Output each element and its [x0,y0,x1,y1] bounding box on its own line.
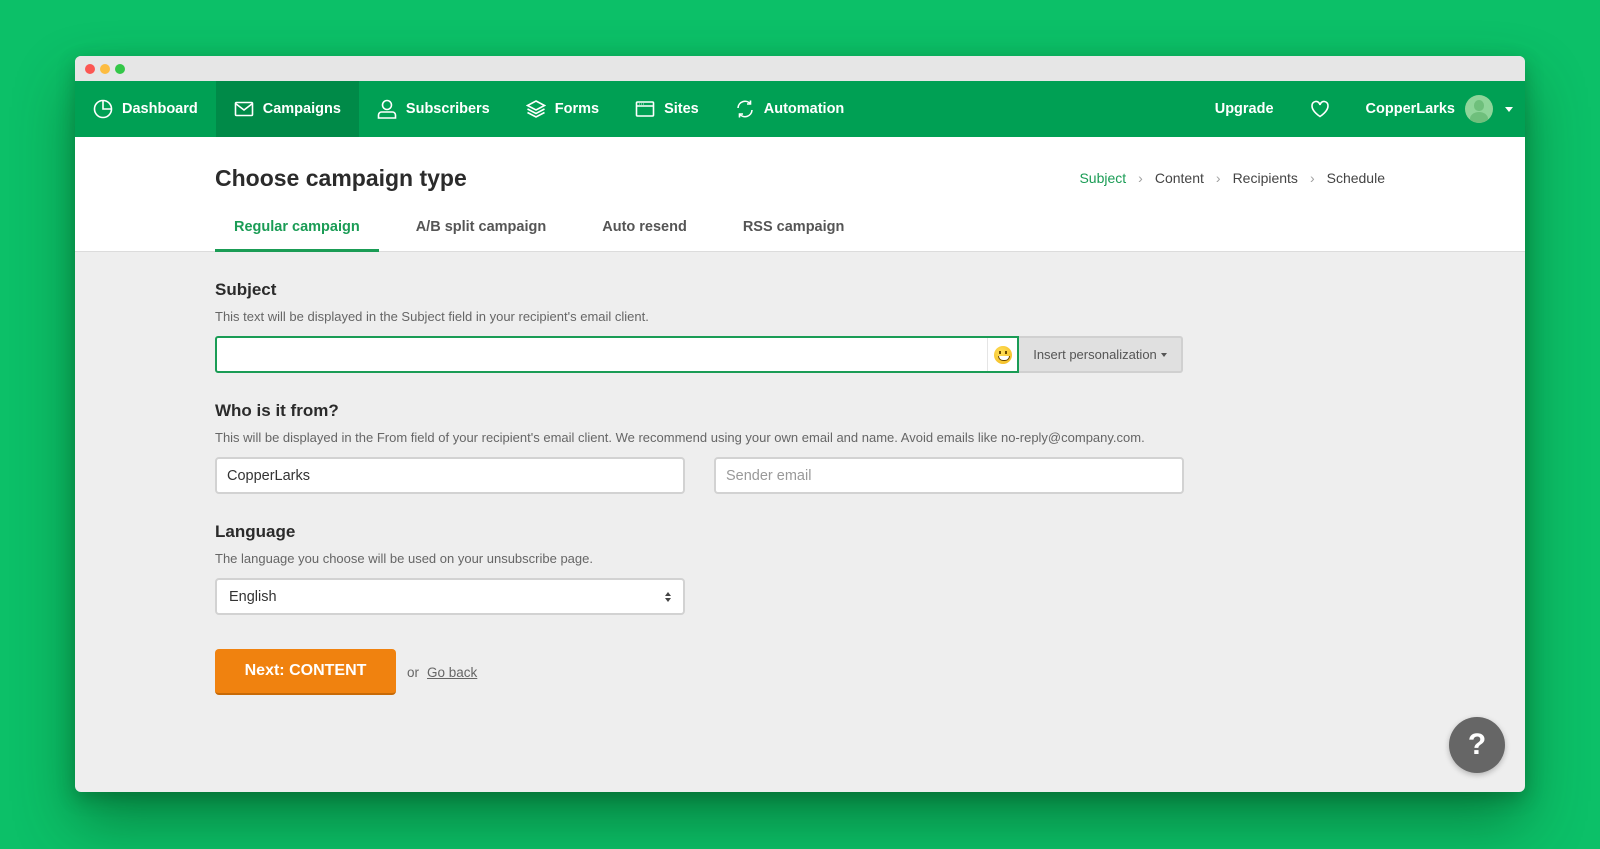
step-schedule: Schedule [1326,170,1385,186]
section-title: Language [215,522,296,541]
tab-ab-split-campaign[interactable]: A/B split campaign [397,219,566,252]
step-content: Content [1154,170,1204,186]
chevron-right-icon: › [1215,170,1221,186]
chevron-right-icon: › [1138,170,1143,186]
section-title: Who is it from? [215,401,339,420]
upgrade-link[interactable]: Upgrade [1197,81,1292,137]
account-menu[interactable]: CopperLarks [1348,81,1525,137]
from-section: Who is it from? This will be displayed i… [215,401,1525,494]
user-icon [377,99,397,119]
window-maximize-button[interactable] [115,63,125,74]
page-header: Choose campaign type Subject › Content ›… [75,137,1525,252]
question-mark-icon: ? [1467,728,1487,761]
envelope-icon [234,101,254,117]
section-title: Subject [215,280,277,299]
dashboard-pie-icon [93,99,113,119]
nav-item-label: Subscribers [405,101,490,117]
sender-email-input[interactable] [714,457,1184,494]
campaign-form: Subject This text will be displayed in t… [75,252,1525,792]
tab-auto-resend[interactable]: Auto resend [583,219,706,252]
top-navbar: Dashboard Campaigns Subscribers Forms Si… [75,81,1525,137]
next-content-button[interactable]: Next: CONTENT [215,649,396,695]
page-title: Choose campaign type [215,165,467,191]
step-subject: Subject [1079,170,1127,186]
browser-window-icon [635,101,655,117]
nav-item-label: Forms [554,101,600,117]
nav-item-dashboard[interactable]: Dashboard [75,81,216,137]
insert-personalization-button[interactable]: Insert personalization [1019,336,1183,373]
language-select[interactable]: English [215,578,685,615]
emoji-picker-button[interactable] [987,338,1017,371]
campaign-type-tabs: Regular campaign A/B split campaign Auto… [215,219,881,252]
nav-item-campaigns[interactable]: Campaigns [215,81,359,137]
breadcrumb-steps: Subject › Content › Recipients › Schedul… [1079,170,1385,186]
section-description: This will be displayed in the From field… [215,430,1145,445]
subject-field-wrapper [215,336,1019,373]
window-minimize-button[interactable] [100,63,110,74]
subject-input[interactable] [217,338,987,371]
window-titlebar [75,56,1525,81]
sender-name-input[interactable] [215,457,685,494]
chevron-down-icon [1505,106,1513,112]
favorites-button[interactable] [1292,81,1348,137]
nav-item-label: Campaigns [262,101,341,117]
nav-item-label: Dashboard [122,101,198,117]
help-button[interactable]: ? [1449,717,1505,773]
go-back-link[interactable]: Go back [427,665,477,680]
select-arrows-icon [665,591,671,602]
or-text: or [407,664,420,680]
tab-regular-campaign[interactable]: Regular campaign [215,219,379,252]
nav-item-subscribers[interactable]: Subscribers [359,81,508,137]
section-description: This text will be displayed in the Subje… [215,309,649,324]
form-actions: Next: CONTENT or Go back [215,649,1525,695]
subject-section: Subject This text will be displayed in t… [215,280,1525,373]
tab-rss-campaign[interactable]: RSS campaign [724,219,864,252]
nav-item-label: Sites [664,101,699,117]
step-recipients: Recipients [1232,170,1298,186]
button-label: Insert personalization [1033,347,1157,362]
refresh-icon [736,100,753,118]
app-window: Dashboard Campaigns Subscribers Forms Si… [75,56,1525,792]
smiley-emoji-icon [993,345,1012,364]
caret-down-icon [1160,352,1167,357]
window-close-button[interactable] [85,63,95,74]
nav-item-forms[interactable]: Forms [508,81,617,137]
nav-item-label: Automation [763,101,845,117]
chevron-right-icon: › [1309,170,1315,186]
nav-item-sites[interactable]: Sites [617,81,717,137]
heart-icon [1310,100,1329,118]
account-name: CopperLarks [1365,101,1455,117]
avatar [1465,95,1493,123]
language-selected-value: English [229,588,277,605]
language-section: Language The language you choose will be… [215,522,1525,615]
section-description: The language you choose will be used on … [215,551,593,566]
layers-icon [525,100,546,118]
nav-item-automation[interactable]: Automation [717,81,863,137]
